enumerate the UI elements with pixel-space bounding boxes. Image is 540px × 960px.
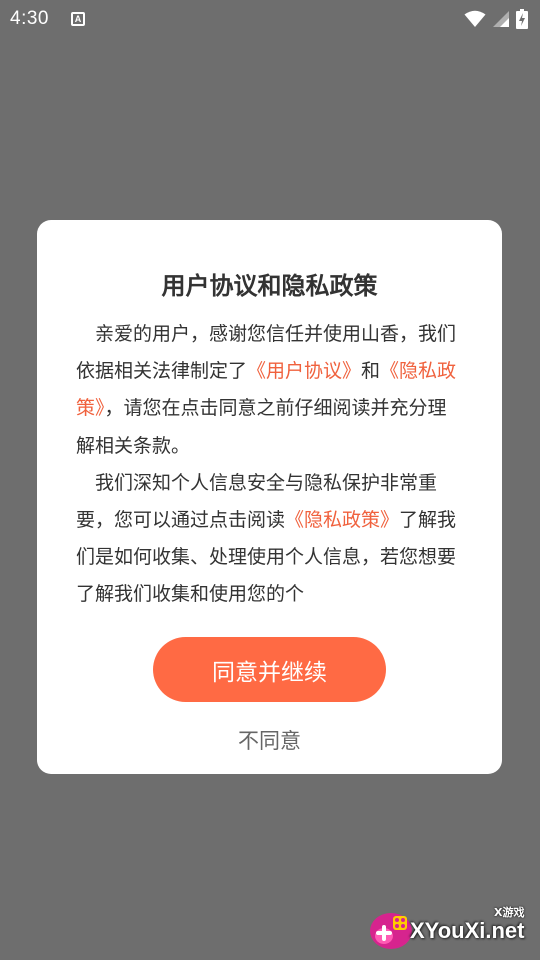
intro-line-2-suffix: 和: [361, 360, 381, 383]
paragraph-intro: 亲爱的用户，感谢您信任并使用山香，我们依据相关法律制定了《用户协议》和《隐私政策…: [76, 316, 464, 465]
intro-line-1: 亲爱的用户，感谢您信任并使用山香，: [95, 323, 419, 345]
privacy-line-1: 我们深知个人信息安全与隐私保护非常: [95, 471, 419, 494]
watermark-text: XYouXi.net: [410, 918, 525, 943]
dialog-body[interactable]: 亲爱的用户，感谢您信任并使用山香，我们依据相关法律制定了《用户协议》和《隐私政策…: [76, 316, 464, 612]
battery-charging-icon: [516, 9, 528, 29]
gamepad-logo-icon: [370, 913, 412, 949]
dialog-title: 用户协议和隐私政策: [161, 272, 378, 300]
disagree-button[interactable]: 不同意: [37, 725, 502, 755]
status-bar: 4:30 A: [0, 0, 540, 38]
privacy-dialog: 用户协议和隐私政策 亲爱的用户，感谢您信任并使用山香，我们依据相关法律制定了《用…: [37, 220, 502, 774]
agree-continue-button[interactable]: 同意并继续: [153, 637, 386, 702]
paragraph-privacy: 我们深知个人信息安全与隐私保护非常重要，您可以通过点击阅读《隐私政策》了解我们是…: [76, 465, 464, 612]
wifi-icon: [464, 10, 486, 27]
notification-a-icon: A: [70, 12, 85, 26]
intro-line-3: ，请您在点击同意之前仔细: [104, 397, 333, 420]
site-watermark: X游戏 XYouXi.net: [366, 896, 536, 960]
status-icons: [464, 9, 528, 29]
user-agreement-link[interactable]: 《用户协议》: [247, 360, 361, 382]
signal-icon: [493, 11, 509, 27]
status-time: 4:30: [10, 8, 49, 29]
privacy-policy-link-2[interactable]: 《隐私政策》: [285, 509, 399, 531]
